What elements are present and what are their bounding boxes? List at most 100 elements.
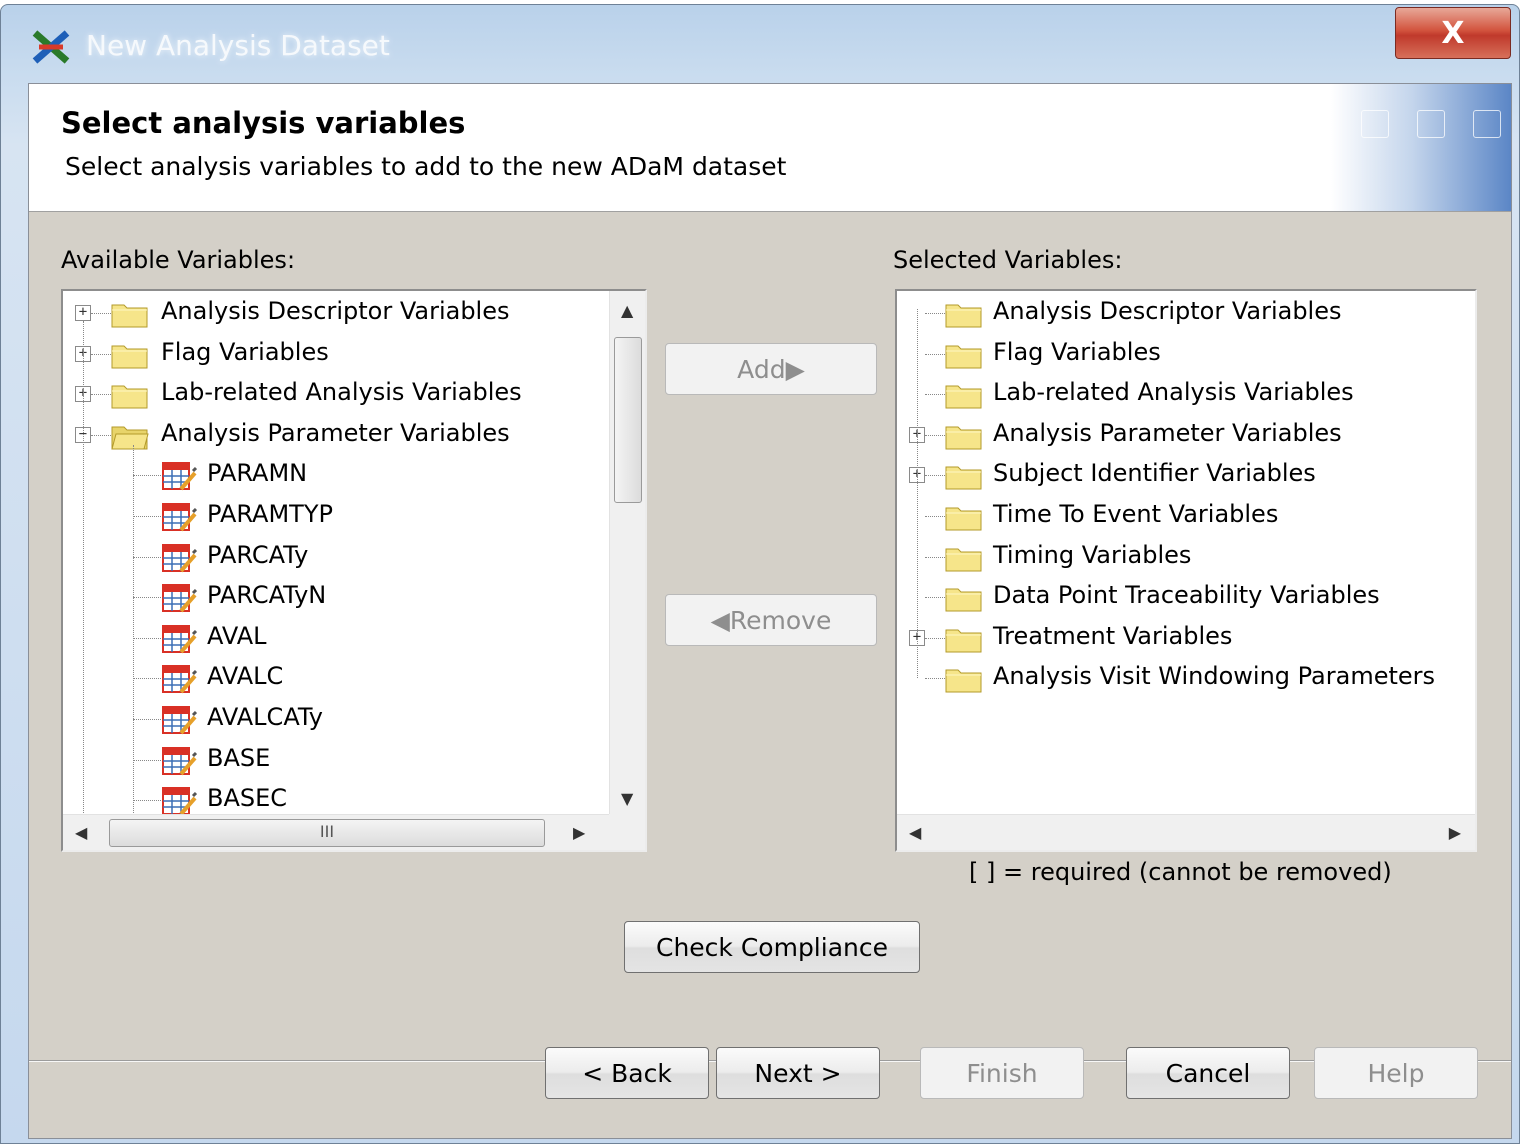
tree-item-label: PARCATy [207,540,309,569]
check-compliance-button[interactable]: Check Compliance [624,921,920,973]
tree-item-label: Lab-related Analysis Variables [161,378,522,407]
tree-item-label: Data Point Traceability Variables [993,581,1380,610]
tree-connector [133,556,161,558]
folder-icon [945,382,983,410]
variable-item[interactable]: AVAL [63,618,645,658]
variable-item[interactable]: AVALCATy [63,699,645,739]
tree-item-label: Analysis Descriptor Variables [993,297,1342,325]
page-subtitle: Select analysis variables to add to the … [65,152,787,181]
back-button[interactable]: < Back [545,1047,709,1099]
tree-item-label: Analysis Descriptor Variables [161,297,510,325]
scroll-right-arrow-icon[interactable]: ▶ [1449,823,1461,842]
category-item[interactable]: + Analysis Descriptor Variables [63,293,645,333]
expand-icon[interactable]: + [75,305,91,321]
variable-item[interactable]: BASE [63,740,645,780]
folder-icon [945,423,983,451]
folder-icon [945,504,983,532]
tree-item-label: PARAMTYP [207,500,333,528]
tree-connector [925,475,945,477]
scroll-down-arrow-icon[interactable]: ▼ [621,789,633,808]
category-item[interactable]: Analysis Visit Windowing Parameters [897,658,1475,698]
category-item[interactable]: Lab-related Analysis Variables [897,374,1475,414]
variable-table-icon [161,664,198,694]
tree-item-label: AVAL [207,621,267,650]
folder-icon [945,626,983,654]
remove-button[interactable]: ◀Remove [665,594,877,646]
folder-icon [945,342,983,370]
tree-item-label: Time To Event Variables [993,500,1279,528]
scroll-left-arrow-icon[interactable]: ◀ [909,823,921,842]
tree-item-label: BASEC [207,784,288,813]
tree-connector [925,394,945,396]
category-item[interactable]: − Analysis Parameter Variables [63,415,645,455]
help-button[interactable]: Help [1314,1047,1478,1099]
variable-item[interactable]: PARCATy [63,537,645,577]
scroll-right-arrow-icon[interactable]: ▶ [573,823,585,842]
category-item[interactable]: Time To Event Variables [897,496,1475,536]
page-title: Select analysis variables [61,106,466,140]
banner-square-icon [1361,110,1389,138]
close-button[interactable]: X [1395,7,1511,59]
variable-item[interactable]: PARAMN [63,455,645,495]
category-item[interactable]: + Treatment Variables [897,618,1475,658]
category-item[interactable]: Flag Variables [897,334,1475,374]
variable-table-icon [161,705,198,735]
selected-horizontal-scrollbar[interactable]: ◀ ▶ [897,814,1475,850]
available-variables-label: Available Variables: [61,246,296,274]
app-icon [32,30,70,64]
variable-item[interactable]: PARAMTYP [63,496,645,536]
scroll-left-arrow-icon[interactable]: ◀ [75,823,87,842]
tree-item-label: Lab-related Analysis Variables [993,378,1354,407]
category-item[interactable]: Analysis Descriptor Variables [897,293,1475,333]
vertical-scroll-thumb[interactable] [614,337,642,503]
category-item[interactable]: + Analysis Parameter Variables [897,415,1475,455]
tree-item-label: Flag Variables [993,337,1161,366]
horizontal-scroll-thumb[interactable]: III [109,819,545,847]
tree-item-label: Analysis Visit Windowing Parameters [993,662,1436,691]
header-banner [1331,84,1511,211]
tree-connector [91,394,111,396]
next-button[interactable]: Next > [716,1047,880,1099]
variable-table-icon [161,786,198,816]
tree-item-label: AVALCATy [207,703,323,731]
available-variables-tree[interactable]: + Analysis Descriptor Variables + Flag Vari… [61,289,647,852]
tree-item-label: Subject Identifier Variables [993,459,1316,488]
tree-connector [133,597,161,599]
title-bar[interactable]: New Analysis Dataset X [1,5,1519,85]
available-vertical-scrollbar[interactable]: ▲ ▼ [609,291,645,814]
selected-variables-label: Selected Variables: [893,246,1123,274]
tree-connector [91,313,111,314]
tree-connector [133,759,161,761]
category-item[interactable]: + Subject Identifier Variables [897,455,1475,495]
selected-variables-tree[interactable]: Analysis Descriptor Variables Flag Variab… [895,289,1477,852]
category-item[interactable]: + Flag Variables [63,334,645,374]
folder-icon [111,301,149,329]
add-button[interactable]: Add▶ [665,343,877,395]
dialog-window: New Analysis Dataset X Select analysis v… [0,4,1520,1144]
variable-table-icon [161,583,198,613]
cancel-button[interactable]: Cancel [1126,1047,1290,1099]
available-horizontal-scrollbar[interactable]: ◀ III ▶ [63,814,609,850]
variable-item[interactable]: AVALC [63,658,645,698]
tree-connector [133,475,161,477]
category-item[interactable]: Timing Variables [897,537,1475,577]
wizard-header: Select analysis variables Select analysi… [29,84,1511,212]
tree-connector [925,637,945,639]
folder-icon [111,382,149,410]
tree-connector [925,313,945,314]
tree-connector [925,597,945,599]
tree-item-label: Timing Variables [993,540,1192,569]
window-title: New Analysis Dataset [86,29,390,62]
tree-connector [91,434,111,436]
available-tree-content: + Analysis Descriptor Variables + Flag Vari… [63,291,645,850]
category-item[interactable]: + Lab-related Analysis Variables [63,374,645,414]
tree-item-label: BASE [207,743,271,772]
variable-item[interactable]: PARCATyN [63,577,645,617]
tree-connector [925,516,945,517]
finish-button[interactable]: Finish [920,1047,1084,1099]
scroll-up-arrow-icon[interactable]: ▲ [621,301,633,320]
tree-item-label: PARAMN [207,459,308,488]
category-item[interactable]: Data Point Traceability Variables [897,577,1475,617]
folder-icon [945,585,983,613]
folder-icon [945,301,983,329]
